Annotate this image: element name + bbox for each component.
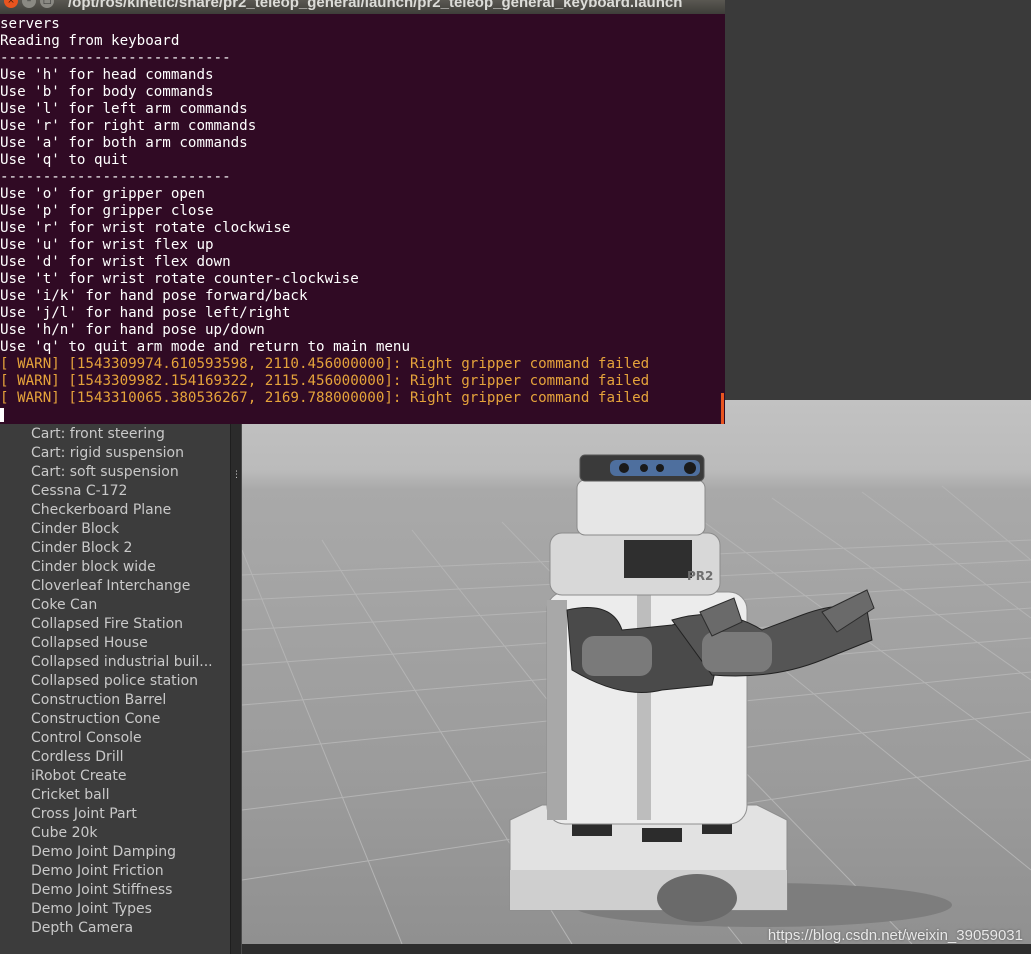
terminal-line: servers: [0, 16, 60, 32]
model-list-item[interactable]: Cinder Block 2: [31, 539, 221, 558]
terminal-line: Use 'a' for both arm commands: [0, 135, 248, 151]
model-list-item[interactable]: Cart: rigid suspension: [31, 444, 221, 463]
terminal-line: Use 'p' for gripper close: [0, 203, 214, 219]
model-list-item[interactable]: Demo Joint Damping: [31, 843, 221, 862]
model-list-item[interactable]: Cinder Block: [31, 520, 221, 539]
terminal-cursor: [0, 408, 4, 422]
terminal-line: Use 'j/l' for hand pose left/right: [0, 305, 291, 321]
model-list-item[interactable]: Construction Cone: [31, 710, 221, 729]
model-list-panel: Cardboard boxCart: front steeringCart: r…: [0, 400, 230, 954]
terminal-line: Use 'l' for left arm commands: [0, 101, 248, 117]
model-list-item[interactable]: Demo Joint Types: [31, 900, 221, 919]
maximize-window-button[interactable]: □: [40, 0, 54, 8]
model-list-item[interactable]: Cordless Drill: [31, 748, 221, 767]
terminal-line: Use 't' for wrist rotate counter-clockwi…: [0, 271, 359, 287]
watermark-url: https://blog.csdn.net/weixin_39059031: [767, 927, 1023, 944]
splitter-grip-icon[interactable]: ⋮: [232, 471, 241, 480]
model-list-item[interactable]: Cessna C-172: [31, 482, 221, 501]
model-list-item[interactable]: Cross Joint Part: [31, 805, 221, 824]
terminal-line: Use 'q' to quit arm mode and return to m…: [0, 339, 410, 355]
terminal-scrollbar[interactable]: [721, 393, 724, 424]
model-list-item[interactable]: Collapsed police station: [31, 672, 221, 691]
model-list-item[interactable]: Control Console: [31, 729, 221, 748]
model-list-item[interactable]: Demo Joint Friction: [31, 862, 221, 881]
model-list: Cardboard boxCart: front steeringCart: r…: [31, 406, 221, 938]
model-list-item[interactable]: Checkerboard Plane: [31, 501, 221, 520]
terminal-title: /opt/ros/kinetic/share/pr2_teleop_genera…: [68, 0, 683, 11]
terminal-warn-line: [ WARN] [1543310065.380536267, 2169.7880…: [0, 390, 650, 406]
terminal-line: Use 'd' for wrist flex down: [0, 254, 231, 270]
panel-splitter[interactable]: [230, 400, 242, 954]
terminal-output[interactable]: servers Reading from keyboard ------------…: [0, 16, 649, 407]
model-list-item[interactable]: Depth Camera: [31, 919, 221, 938]
model-list-item[interactable]: Cart: soft suspension: [31, 463, 221, 482]
model-list-item[interactable]: Cart: front steering: [31, 425, 221, 444]
model-list-item[interactable]: Collapsed House: [31, 634, 221, 653]
terminal-line: Reading from keyboard: [0, 33, 180, 49]
model-list-item[interactable]: Construction Barrel: [31, 691, 221, 710]
gazebo-3d-viewport[interactable]: PR2: [242, 400, 1031, 944]
robot-label: PR2: [687, 569, 713, 583]
terminal-line: Use 'u' for wrist flex up: [0, 237, 214, 253]
model-list-item[interactable]: Cube 20k: [31, 824, 221, 843]
model-list-item[interactable]: Demo Joint Stiffness: [31, 881, 221, 900]
terminal-line: Use 'q' to quit: [0, 152, 129, 168]
terminal-warn-line: [ WARN] [1543309982.154169322, 2115.4560…: [0, 373, 650, 389]
minimize-window-button[interactable]: –: [22, 0, 36, 8]
terminal-line: Use 'r' for right arm commands: [0, 118, 257, 134]
pr2-robot: [509, 454, 875, 922]
model-list-item[interactable]: Coke Can: [31, 596, 221, 615]
terminal-line: ---------------------------: [0, 169, 231, 185]
model-list-item[interactable]: Cloverleaf Interchange: [31, 577, 221, 596]
terminal-line: Use 'o' for gripper open: [0, 186, 205, 202]
terminal-window[interactable]: × – □ /opt/ros/kinetic/share/pr2_teleop_…: [0, 0, 725, 424]
close-window-button[interactable]: ×: [4, 0, 18, 8]
terminal-line: ---------------------------: [0, 50, 231, 66]
terminal-line: Use 'b' for body commands: [0, 84, 214, 100]
terminal-line: Use 'h' for head commands: [0, 67, 214, 83]
terminal-line: Use 'h/n' for hand pose up/down: [0, 322, 265, 338]
model-list-item[interactable]: Collapsed industrial buil...: [31, 653, 221, 672]
terminal-line: Use 'r' for wrist rotate clockwise: [0, 220, 291, 236]
model-list-item[interactable]: Collapsed Fire Station: [31, 615, 221, 634]
model-list-item[interactable]: Cricket ball: [31, 786, 221, 805]
viewport-bottom-bar: [242, 944, 1031, 954]
terminal-warn-line: [ WARN] [1543309974.610593598, 2110.4560…: [0, 356, 650, 372]
terminal-titlebar[interactable]: × – □ /opt/ros/kinetic/share/pr2_teleop_…: [0, 0, 725, 14]
terminal-line: Use 'i/k' for hand pose forward/back: [0, 288, 308, 304]
model-list-item[interactable]: Cinder block wide: [31, 558, 221, 577]
model-list-item[interactable]: iRobot Create: [31, 767, 221, 786]
